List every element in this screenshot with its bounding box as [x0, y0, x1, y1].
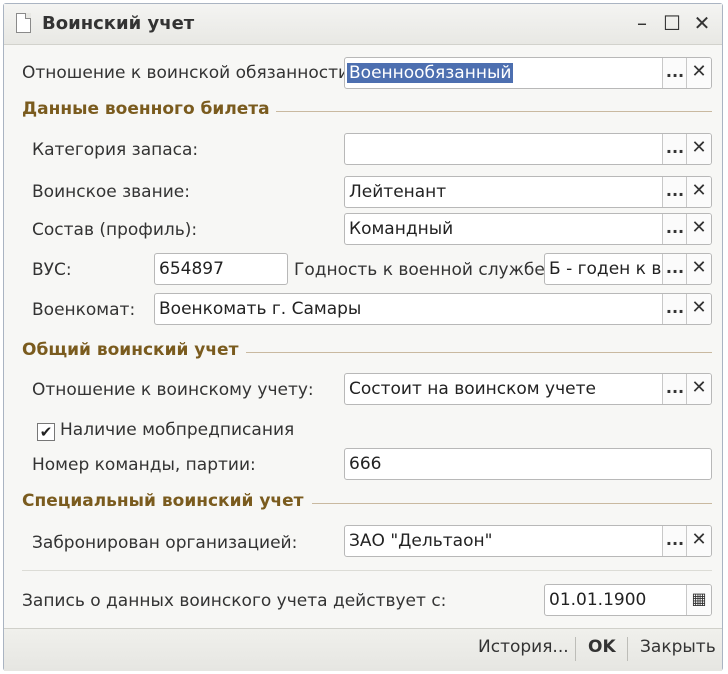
- document-icon: [16, 13, 31, 33]
- rank-clear-button[interactable]: ✕: [686, 177, 711, 207]
- commissariat-value: Военкомать г. Самары: [159, 299, 362, 319]
- reserved-by-value: ЗАО "Дельтаон": [349, 531, 493, 551]
- rank-select-button[interactable]: ...: [662, 177, 687, 207]
- fitness-value: Б - годен к во: [549, 259, 672, 279]
- form-divider: [22, 570, 712, 571]
- minimize-button[interactable]: –: [630, 10, 654, 36]
- composition-field[interactable]: Командный ... ✕: [344, 213, 712, 245]
- fitness-label: Годность к военной службе:: [294, 260, 551, 280]
- fitness-clear-button[interactable]: ✕: [686, 254, 711, 284]
- attitude-field[interactable]: Военнообязанный ... ✕: [344, 57, 712, 89]
- attitude-clear-button[interactable]: ✕: [686, 58, 711, 88]
- rank-field[interactable]: Лейтенант ... ✕: [344, 176, 712, 208]
- title-bar: Воинский учет – ☐ ✕: [4, 4, 722, 45]
- team-number-label: Номер команды, партии:: [32, 455, 256, 475]
- calendar-icon[interactable]: ▦: [686, 585, 711, 615]
- attitude-value: Военнообязанный: [347, 63, 514, 83]
- commissariat-clear-button[interactable]: ✕: [686, 294, 711, 324]
- section-divider: [246, 352, 712, 353]
- vus-value: 654897: [159, 259, 224, 279]
- ok-button[interactable]: OK: [588, 637, 616, 657]
- section-divider: [312, 503, 712, 504]
- commissariat-select-button[interactable]: ...: [662, 294, 687, 324]
- section-special-title: Специальный воинский учет: [22, 491, 304, 511]
- close-button[interactable]: Закрыть: [640, 637, 716, 657]
- attitude-label: Отношение к воинской обязанности:: [22, 63, 355, 83]
- history-button[interactable]: История...: [478, 637, 569, 657]
- reserved-by-field[interactable]: ЗАО "Дельтаон" ... ✕: [344, 525, 712, 557]
- vus-field[interactable]: 654897: [154, 253, 288, 285]
- section-general-title: Общий воинский учет: [22, 340, 239, 360]
- section-ticket-title: Данные военного билета: [22, 99, 270, 119]
- registration-attitude-select-button[interactable]: ...: [662, 374, 687, 404]
- fitness-field[interactable]: Б - годен к во ... ✕: [544, 253, 712, 285]
- rank-value: Лейтенант: [349, 182, 447, 202]
- composition-clear-button[interactable]: ✕: [686, 214, 711, 244]
- attitude-select-button[interactable]: ...: [662, 58, 687, 88]
- button-separator: [575, 637, 576, 661]
- composition-value: Командный: [349, 219, 454, 239]
- commissariat-label: Военкомат:: [32, 300, 136, 320]
- commissariat-field[interactable]: Военкомать г. Самары ... ✕: [154, 293, 712, 325]
- composition-label: Состав (профиль):: [32, 220, 198, 240]
- reserved-by-select-button[interactable]: ...: [662, 526, 687, 556]
- composition-select-button[interactable]: ...: [662, 214, 687, 244]
- team-number-value: 666: [349, 454, 382, 474]
- team-number-field[interactable]: 666: [344, 448, 712, 480]
- reserve-category-clear-button[interactable]: ✕: [686, 134, 711, 164]
- dialog-window: Воинский учет – ☐ ✕ Отношение к воинской…: [3, 3, 723, 671]
- registration-attitude-field[interactable]: Состоит на воинском учете ... ✕: [344, 373, 712, 405]
- reserve-category-label: Категория запаса:: [32, 140, 199, 160]
- reserved-by-label: Забронирован организацией:: [32, 533, 298, 553]
- valid-from-label: Запись о данных воинского учета действуе…: [22, 591, 447, 611]
- mob-order-checkbox[interactable]: ✔: [37, 423, 55, 441]
- bottom-toolbar: История... OK Закрыть: [4, 628, 722, 671]
- reserve-category-field[interactable]: ... ✕: [344, 133, 712, 165]
- close-window-button[interactable]: ✕: [690, 10, 714, 36]
- reserved-by-clear-button[interactable]: ✕: [686, 526, 711, 556]
- mob-order-label: Наличие мобпредписания: [60, 420, 295, 440]
- registration-attitude-value: Состоит на воинском учете: [349, 379, 596, 399]
- maximize-button[interactable]: ☐: [660, 10, 684, 36]
- button-separator: [627, 637, 628, 661]
- valid-from-value: 01.01.1900: [549, 590, 647, 610]
- section-divider: [276, 111, 712, 112]
- window-title: Воинский учет: [42, 13, 195, 34]
- registration-attitude-label: Отношение к воинскому учету:: [32, 380, 314, 400]
- reserve-category-select-button[interactable]: ...: [662, 134, 687, 164]
- rank-label: Воинское звание:: [32, 182, 190, 202]
- registration-attitude-clear-button[interactable]: ✕: [686, 374, 711, 404]
- valid-from-date-field[interactable]: 01.01.1900 ▦: [544, 584, 712, 616]
- vus-label: ВУС:: [32, 260, 72, 280]
- fitness-select-button[interactable]: ...: [662, 254, 687, 284]
